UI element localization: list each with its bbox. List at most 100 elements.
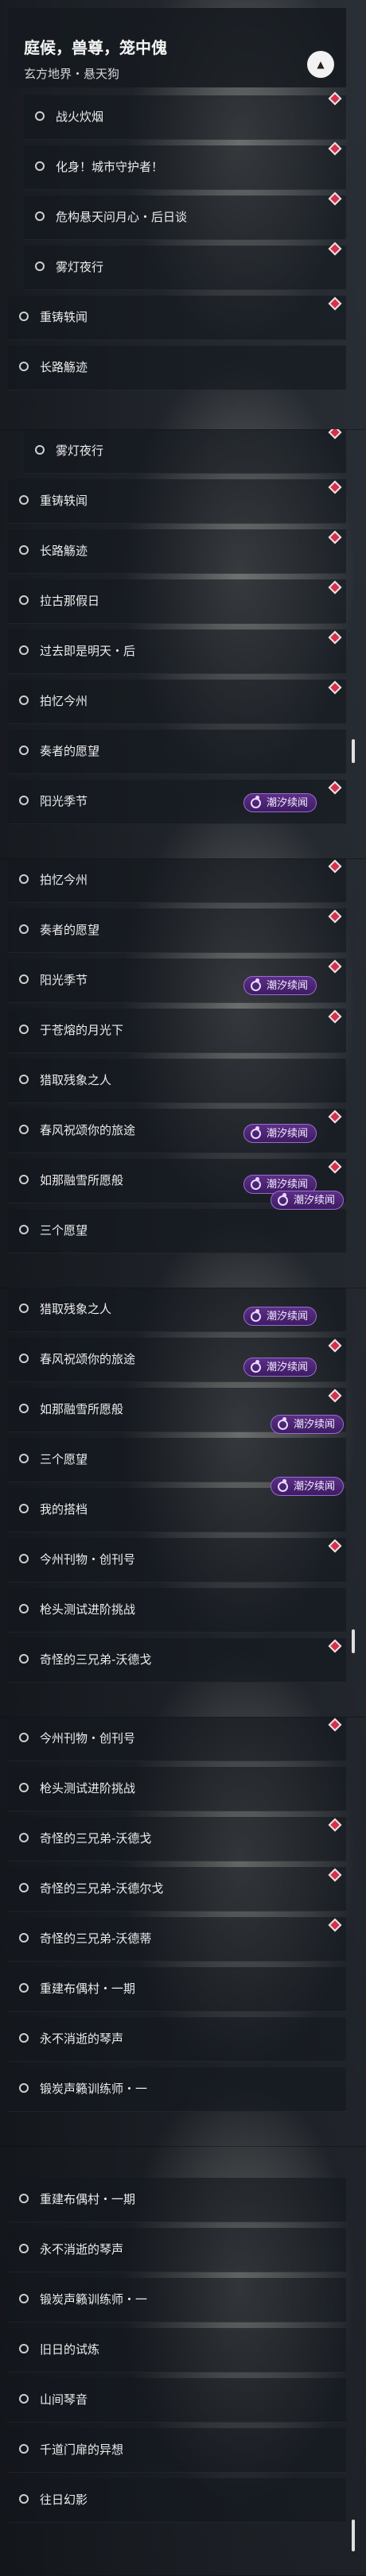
- quest-label: 旧日的试炼: [40, 2342, 100, 2357]
- quest-item[interactable]: 奇怪的三兄弟-沃德尔戈: [8, 1867, 346, 1912]
- quest-label: 如那融雪所愿般: [40, 1402, 124, 1416]
- tide-tale-badge: 潮汐续闻: [243, 793, 317, 812]
- region-title: 庭候，兽尊，笼中傀: [24, 38, 167, 57]
- quest-label: 三个愿望: [40, 1223, 88, 1238]
- tide-icon: [251, 1126, 261, 1139]
- status-circle-icon: [19, 595, 29, 605]
- quest-item[interactable]: 战火炊烟: [24, 95, 346, 140]
- quest-item[interactable]: 锻炭声籁训练师・一: [8, 2278, 346, 2322]
- scrollbar-thumb[interactable]: [352, 2520, 355, 2551]
- quest-item[interactable]: 奇怪的三兄弟-沃德蒂: [8, 1917, 346, 1962]
- quest-item[interactable]: 今州刊物・创刊号: [8, 1717, 346, 1761]
- quest-label: 我的搭档: [40, 1502, 88, 1517]
- status-circle-icon: [19, 1404, 29, 1413]
- quest-item[interactable]: 山间琴音: [8, 2378, 346, 2423]
- tide-icon: [278, 1193, 288, 1206]
- quest-item[interactable]: 往日幻影: [8, 2478, 346, 2523]
- tide-tale-badge: 潮汐续闻: [243, 976, 317, 995]
- quest-item[interactable]: 永不消逝的琴声: [8, 2228, 346, 2272]
- quest-label: 奇怪的三兄弟-沃德尔戈: [40, 1881, 164, 1896]
- quest-item[interactable]: 拉古那假日: [8, 579, 346, 624]
- quest-label: 奏者的愿望: [40, 744, 100, 758]
- quest-label: 奏者的愿望: [40, 923, 100, 937]
- quest-label: 如那融雪所愿般: [40, 1173, 124, 1187]
- quest-label: 今州刊物・创刊号: [40, 1552, 136, 1567]
- quest-label: 危构悬天问月心・后日谈: [56, 210, 188, 224]
- status-circle-icon: [19, 746, 29, 755]
- quest-label: 阳光季节: [40, 794, 88, 808]
- quest-item[interactable]: 雾灯夜行: [24, 246, 346, 290]
- quest-item[interactable]: 重铸轶闻: [8, 479, 346, 524]
- quest-label: 锻炭声籁训练师・一: [40, 2082, 148, 2096]
- status-circle-icon: [19, 1554, 29, 1563]
- quest-item[interactable]: 奇怪的三兄弟-沃德戈: [8, 1638, 346, 1683]
- tide-icon: [251, 1309, 261, 1322]
- status-circle-icon: [19, 1604, 29, 1613]
- status-circle-icon: [19, 796, 29, 805]
- quest-item[interactable]: 长路觞迹: [8, 346, 346, 390]
- status-circle-icon: [19, 2083, 29, 2093]
- status-circle-icon: [19, 695, 29, 705]
- quest-item[interactable]: 枪头测试进阶挑战: [8, 1767, 346, 1811]
- tide-icon: [278, 1417, 288, 1430]
- quest-item[interactable]: 三个愿望: [8, 1438, 346, 1482]
- quest-label: 化身！城市守护者！: [56, 160, 164, 174]
- quest-item[interactable]: 枪头测试进阶挑战: [8, 1588, 346, 1633]
- quest-item[interactable]: 于苍熔的月光下: [8, 1009, 346, 1053]
- quest-item[interactable]: 重建布偶村・一期: [8, 1967, 346, 2012]
- quest-item[interactable]: 长路觞迹: [8, 529, 346, 574]
- status-circle-icon: [35, 445, 45, 455]
- quest-item[interactable]: 永不消逝的琴声: [8, 2017, 346, 2062]
- quest-label: 重铸轶闻: [40, 310, 88, 324]
- quest-panel-1: 战火炊烟 化身！城市守护者！ 危构悬天问月心・后日谈 雾灯夜行 重铸轶闻 长路觞…: [0, 0, 366, 430]
- status-circle-icon: [19, 974, 29, 984]
- quest-label: 于苍熔的月光下: [40, 1023, 124, 1037]
- status-circle-icon: [19, 924, 29, 934]
- quest-item[interactable]: 化身！城市守护者！: [24, 145, 346, 190]
- status-circle-icon: [19, 1983, 29, 1993]
- status-circle-icon: [19, 874, 29, 884]
- quest-item[interactable]: 锻炭声籁训练师・一: [8, 2067, 346, 2112]
- status-circle-icon: [19, 495, 29, 505]
- quest-item[interactable]: 重铸轶闻: [8, 296, 346, 340]
- quest-label: 枪头测试进阶挑战: [40, 1781, 136, 1795]
- chevron-up-icon[interactable]: ▲: [307, 51, 334, 78]
- quest-label: 枪头测试进阶挑战: [40, 1602, 136, 1617]
- quest-label: 锻炭声籁训练师・一: [40, 2292, 148, 2307]
- quest-item[interactable]: 旧日的试炼: [8, 2328, 346, 2373]
- quest-label: 长路觞迹: [40, 360, 88, 374]
- quest-item[interactable]: 今州刊物・创刊号: [8, 1538, 346, 1582]
- quest-item[interactable]: 重建布偶村・一期: [8, 2178, 346, 2222]
- quest-item[interactable]: 拍忆今州: [8, 858, 346, 903]
- quest-item[interactable]: 奇怪的三兄弟-沃德戈: [8, 1817, 346, 1861]
- status-circle-icon: [19, 1654, 29, 1664]
- quest-label: 春风祝颂你的旅途: [40, 1123, 136, 1137]
- quest-item[interactable]: 千道门扉的异想: [8, 2428, 346, 2473]
- quest-item[interactable]: 过去即是明天・后: [8, 629, 346, 674]
- quest-item[interactable]: 拍忆今州: [8, 680, 346, 724]
- quest-label: 战火炊烟: [56, 110, 104, 124]
- quest-item[interactable]: 雾灯夜行: [24, 429, 346, 474]
- tide-icon: [251, 978, 261, 991]
- status-circle-icon: [19, 1303, 29, 1313]
- tide-tale-badge: 潮汐续闻: [243, 1307, 317, 1326]
- quest-item[interactable]: 危构悬天问月心・后日谈: [24, 196, 346, 240]
- status-circle-icon: [19, 1354, 29, 1363]
- scrollbar-thumb[interactable]: [352, 739, 355, 763]
- quest-label: 猎取残象之人: [40, 1073, 112, 1087]
- quest-item[interactable]: 奏者的愿望: [8, 908, 346, 953]
- scrollbar-thumb[interactable]: [352, 1629, 355, 1653]
- status-circle-icon: [19, 2394, 29, 2404]
- quest-label: 重建布偶村・一期: [40, 2192, 136, 2206]
- quest-panel-4: 猎取残象之人 春风祝颂你的旅途 如那融雪所愿般 三个愿望 我的搭档 今州刊物・创…: [0, 1288, 366, 1718]
- status-circle-icon: [19, 2294, 29, 2303]
- tide-icon: [251, 1360, 261, 1373]
- quest-item[interactable]: 奏者的愿望: [8, 730, 346, 774]
- region-header[interactable]: 庭候，兽尊，笼中傀 玄方地界・悬天狗 ▲: [8, 8, 346, 87]
- quest-item[interactable]: 三个愿望: [8, 1209, 346, 1253]
- quest-label: 奇怪的三兄弟-沃德戈: [40, 1831, 152, 1846]
- quest-panel-6: 重建布偶村・一期 永不消逝的琴声 锻炭声籁训练师・一 旧日的试炼 山间琴音 千道…: [0, 2146, 366, 2576]
- quest-item[interactable]: 猎取残象之人: [8, 1059, 346, 1103]
- quest-label: 雾灯夜行: [56, 260, 104, 274]
- quest-label: 阳光季节: [40, 973, 88, 987]
